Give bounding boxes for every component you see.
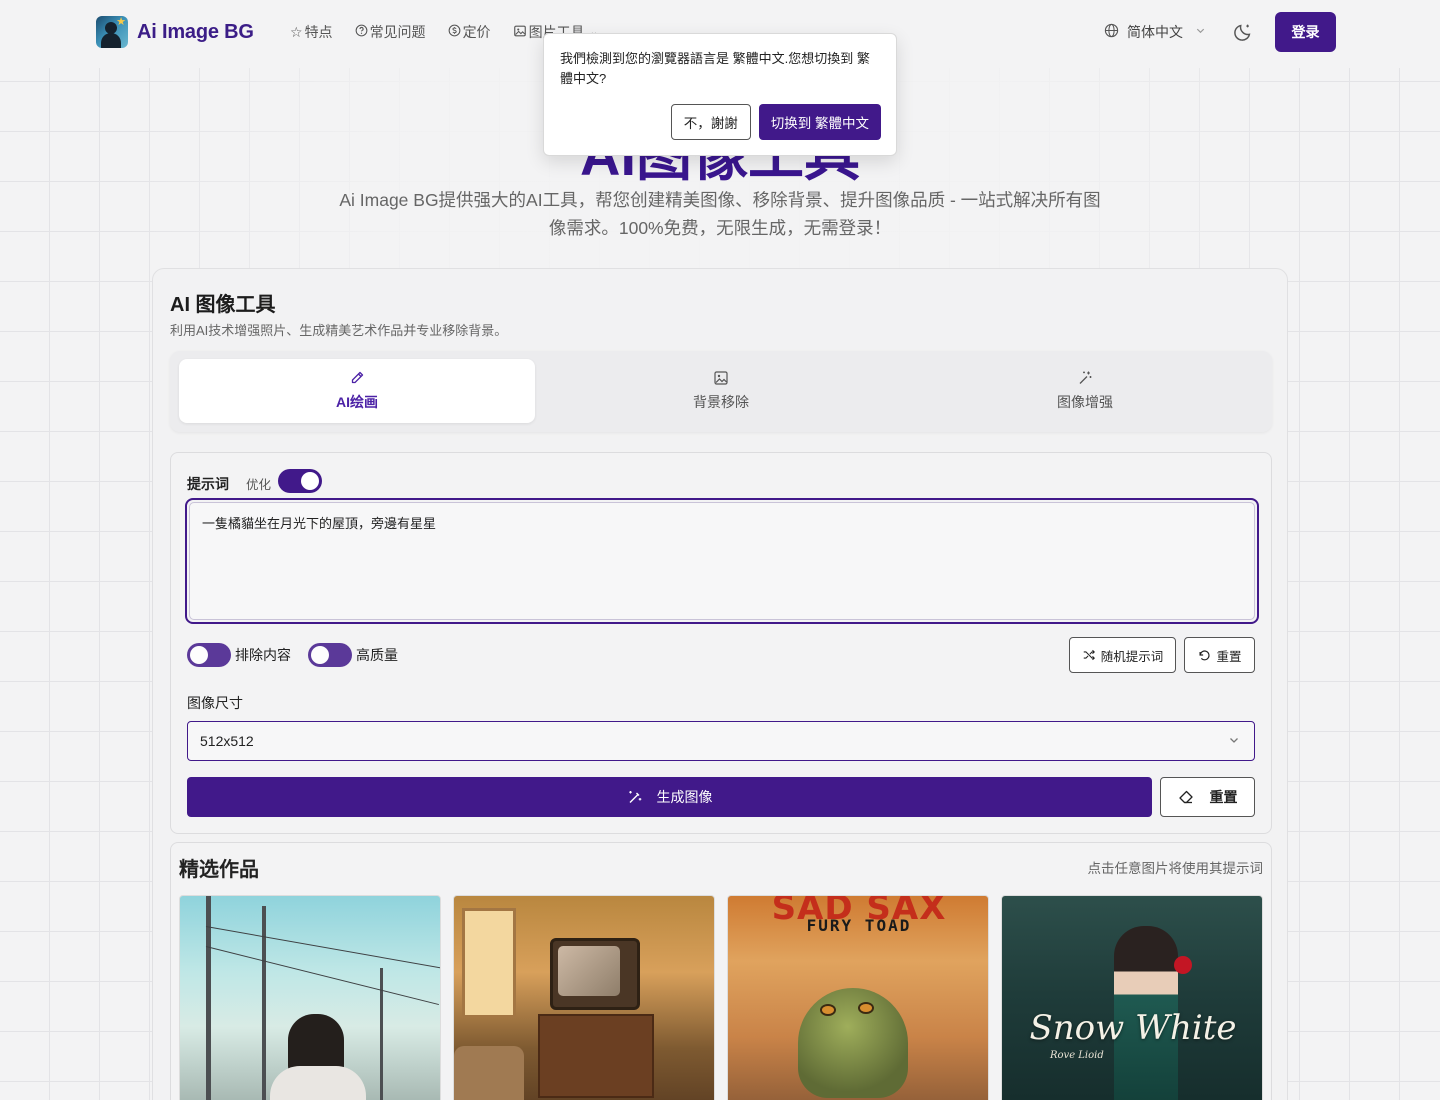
- poster-title: Snow White: [1029, 1008, 1237, 1048]
- gallery-image-retro-tv-room[interactable]: [453, 895, 715, 1100]
- reset-all-button[interactable]: 重置: [1160, 777, 1255, 817]
- high-quality-switch[interactable]: 高质量: [308, 643, 398, 667]
- ai-drawing-form: 提示词 优化 一隻橘貓坐在月光下的屋頂，旁邊有星星 排除内容 高质量 随机提示词…: [170, 452, 1272, 834]
- gallery-hint: 点击任意图片将使用其提示词: [1087, 861, 1264, 876]
- random-prompt-button[interactable]: 随机提示词: [1069, 637, 1176, 673]
- featured-gallery: 精选作品 点击任意图片将使用其提示词 SAD SAX FURY TOAD Sno…: [170, 842, 1272, 1100]
- poster-subtitle: FURY TOAD: [806, 916, 912, 935]
- generate-label: 生成图像: [656, 789, 713, 805]
- gallery-image-street-girl[interactable]: [179, 895, 441, 1100]
- tab-ai-drawing[interactable]: AI绘画: [179, 359, 535, 423]
- prompt-input[interactable]: 一隻橘貓坐在月光下的屋頂，旁邊有星星: [189, 502, 1255, 620]
- gallery-image-snow-white[interactable]: Snow White Rove Lioid: [1001, 895, 1263, 1100]
- login-button[interactable]: 登录: [1275, 12, 1336, 52]
- exclude-content-switch[interactable]: 排除内容: [187, 643, 291, 667]
- moon-icon: [1234, 24, 1251, 41]
- tab-label: 图像增强: [1057, 394, 1113, 410]
- popup-message: 我們檢測到您的瀏覽器語言是 繁體中文.您想切換到 繁體中文?: [560, 51, 870, 86]
- dollar-circle-icon: [448, 24, 461, 40]
- generate-image-button[interactable]: 生成图像: [187, 777, 1152, 817]
- language-label: 简体中文: [1127, 24, 1183, 40]
- nav-item-label: 常见问题: [369, 24, 426, 40]
- star-icon: ☆: [290, 23, 303, 40]
- prompt-label: 提示词: [187, 476, 229, 492]
- ai-tools-card: AI 图像工具 利用AI技术增强照片、生成精美艺术作品并专业移除背景。 AI绘画…: [152, 268, 1288, 1100]
- reset2-label: 重置: [1209, 789, 1238, 805]
- hq-toggle[interactable]: [308, 643, 352, 667]
- image-icon: [714, 371, 728, 385]
- random-prompt-label: 随机提示词: [1100, 649, 1164, 664]
- image-size-select[interactable]: 512x512: [187, 721, 1255, 761]
- popup-actions: 不，謝謝 切换到 繁體中文: [670, 104, 881, 140]
- tab-image-enhance[interactable]: 图像增强: [907, 359, 1263, 423]
- brand-name: Ai Image BG: [137, 20, 254, 43]
- magic-wand-icon: [1079, 371, 1092, 384]
- pencil-icon: [351, 371, 364, 384]
- gallery-image-frog-poster[interactable]: SAD SAX FURY TOAD: [727, 895, 989, 1100]
- image-size-label: 图像尺寸: [187, 695, 243, 711]
- magic-wand-icon: [628, 791, 641, 803]
- chevron-down-icon: [1230, 738, 1238, 743]
- image-icon: [513, 24, 527, 41]
- language-selector[interactable]: 简体中文: [1104, 22, 1206, 42]
- reset-prompt-button[interactable]: 重置: [1184, 637, 1255, 673]
- nav-item-features[interactable]: ☆ 特点: [290, 22, 333, 42]
- hq-label: 高质量: [356, 647, 398, 663]
- poster-subtitle: Rove Lioid: [1050, 1050, 1104, 1061]
- nav-item-label: 特点: [304, 24, 333, 40]
- image-size-value: 512x512: [200, 733, 254, 749]
- reset-label: 重置: [1216, 649, 1242, 664]
- nav-item-label: 定价: [462, 24, 491, 40]
- card-title: AI 图像工具: [170, 294, 276, 316]
- question-circle-icon: [355, 24, 368, 40]
- gallery-title: 精选作品: [179, 859, 259, 881]
- exclude-toggle[interactable]: [187, 643, 231, 667]
- hero-subtitle: Ai Image BG提供强大的AI工具，帮您创建精美图像、移除背景、提升图像品…: [339, 190, 1101, 238]
- optimize-label: 优化: [246, 478, 272, 492]
- eraser-icon: [1178, 790, 1193, 804]
- tool-tabs: AI绘画 背景移除 图像增强: [170, 351, 1272, 432]
- nav-item-faq[interactable]: 常见问题: [355, 22, 426, 42]
- card-description: 利用AI技术增强照片、生成精美艺术作品并专业移除背景。: [170, 323, 508, 338]
- undo-icon: [1199, 650, 1211, 661]
- tab-background-removal[interactable]: 背景移除: [543, 359, 899, 423]
- brand-logo[interactable]: ★ Ai Image BG: [96, 16, 254, 48]
- globe-icon: [1104, 23, 1119, 41]
- tab-label: AI绘画: [336, 394, 378, 410]
- optimize-toggle[interactable]: [278, 469, 322, 493]
- language-switch-popup: 我們檢測到您的瀏覽器語言是 繁體中文.您想切換到 繁體中文? 不，謝謝 切换到 …: [543, 33, 897, 156]
- nav-item-pricing[interactable]: 定价: [448, 22, 491, 42]
- theme-toggle-button[interactable]: [1232, 21, 1254, 43]
- logo-icon: ★: [96, 16, 128, 48]
- decline-language-button[interactable]: 不，謝謝: [670, 104, 751, 140]
- chevron-down-icon: [1195, 25, 1206, 39]
- tab-label: 背景移除: [693, 394, 749, 410]
- switch-language-button[interactable]: 切换到 繁體中文: [758, 104, 881, 140]
- shuffle-icon: [1083, 649, 1095, 661]
- exclude-label: 排除内容: [235, 647, 291, 663]
- prompt-input-wrapper: 一隻橘貓坐在月光下的屋頂，旁邊有星星: [185, 498, 1259, 624]
